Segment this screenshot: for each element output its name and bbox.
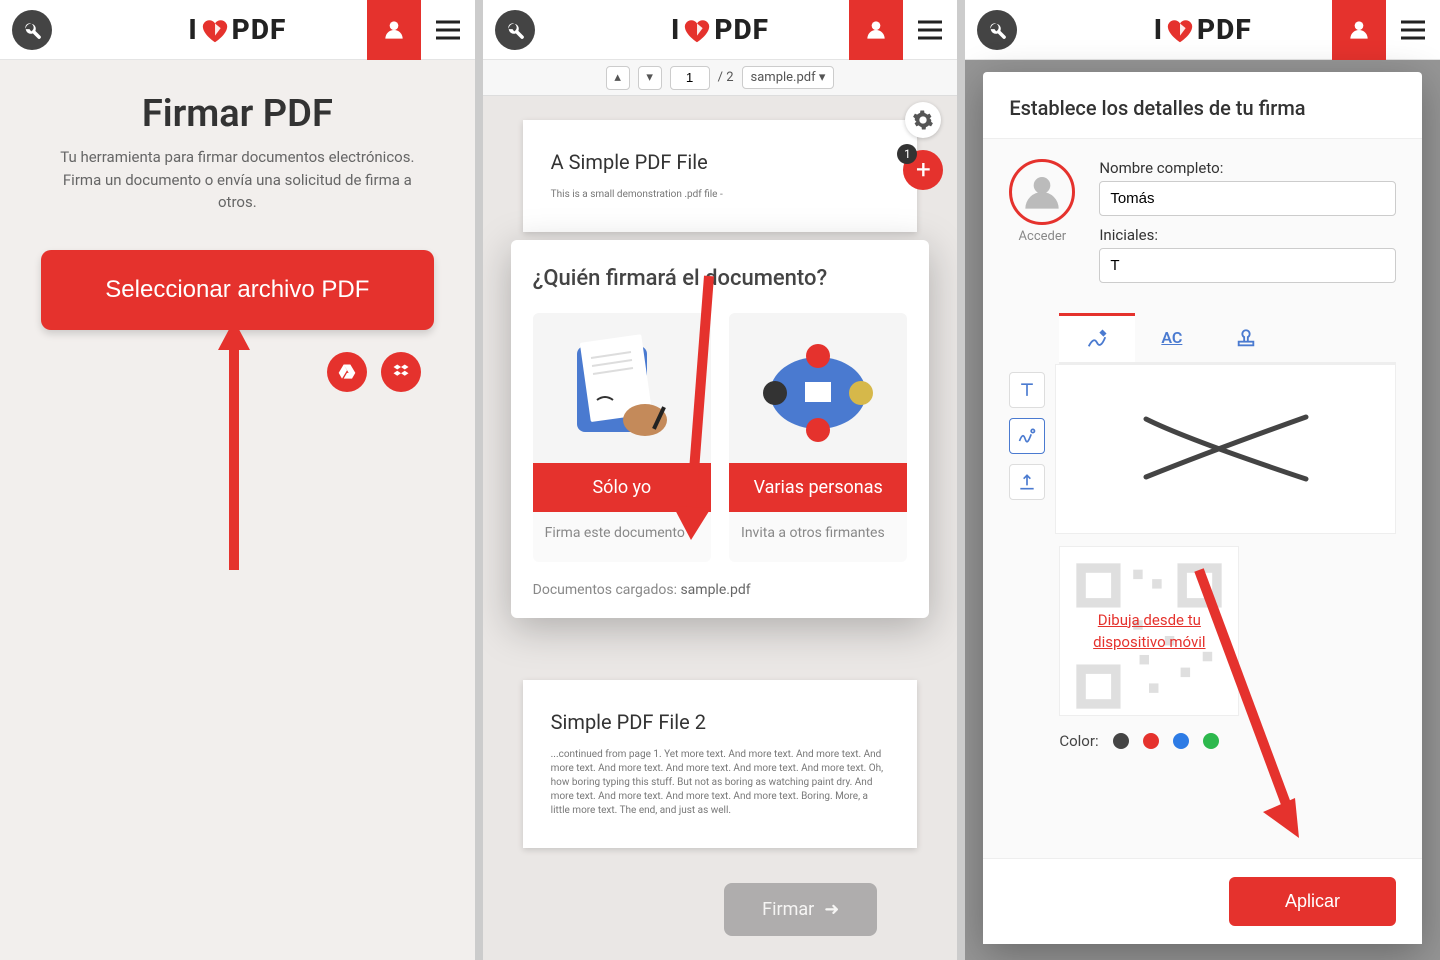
header: I PDF [483,0,958,60]
page-down-button[interactable]: ▾ [638,66,662,90]
tab-type[interactable]: AC [1135,313,1208,362]
file-dropdown[interactable]: sample.pdf ▾ [742,66,835,89]
sign-button-disabled: Firmar ➜ [724,883,877,936]
pdf-body: ...continued from page 1. Yet more text.… [551,748,890,818]
option-multiple-desc: Invita a otros firmantes [729,512,907,562]
page-up-button[interactable]: ▴ [606,66,630,90]
tool-upload[interactable] [1009,464,1045,500]
panel-step2: I PDF ▴ ▾ / 2 sample.pdf ▾ A Simple PDF … [483,0,966,960]
logo-prefix: I [188,13,197,46]
menu-button[interactable] [421,0,475,60]
page-title: Firmar PDF [28,92,447,136]
menu-button[interactable] [1386,0,1440,60]
loaded-filename: sample.pdf [680,582,750,598]
account-button[interactable] [367,0,421,60]
only-me-illustration [533,313,711,463]
arrow-right-icon: ➜ [824,899,839,920]
panel-step3: I PDF Firmar➜ Establece los detalles de … [965,0,1440,960]
pdf-page-2: Simple PDF File 2 ...continued from page… [523,680,918,848]
account-button[interactable] [1332,0,1386,60]
google-drive-button[interactable] [327,352,367,392]
tool-text[interactable] [1009,372,1045,408]
fullname-label: Nombre completo: [1099,159,1396,177]
signature-canvas[interactable] [1055,364,1396,534]
modal-title: Establece los detalles de tu firma [983,72,1422,138]
initials-input[interactable] [1099,248,1396,283]
color-label: Color: [1059,732,1098,750]
page-current-input[interactable] [670,66,710,90]
wrench-icon[interactable] [495,10,535,50]
heart-icon [1165,15,1195,45]
pdf-heading: A Simple PDF File [551,150,890,174]
heart-icon [200,15,230,45]
settings-button[interactable] [905,102,941,138]
signature-mode-tabs: AC [1059,313,1396,364]
menu-button[interactable] [903,0,957,60]
loaded-docs: Documentos cargados: sample.pdf [533,582,908,598]
option-only-me-desc: Firma este documento [533,512,711,562]
mobile-draw-link: Dibuja desde tu dispositivo móvil [1060,609,1238,654]
account-button[interactable] [849,0,903,60]
add-badge: 1 [897,144,917,164]
option-only-me[interactable]: Sólo yo Firma este documento [533,313,711,562]
pdf-body: This is a small demonstration .pdf file … [551,188,890,202]
modal-title: ¿Quién firmará el documento? [533,266,908,291]
panel-step1: I PDF Firmar PDF Tu herramienta para fir… [0,0,483,960]
mobile-draw-card[interactable]: Dibuja desde tu dispositivo móvil [1059,546,1239,716]
color-red[interactable] [1143,733,1159,749]
avatar-login[interactable]: Acceder [1009,159,1075,293]
page-subtitle: Tu herramienta para firmar documentos el… [47,146,427,214]
color-picker: Color: [1059,732,1396,750]
option-multiple[interactable]: Varias personas Invita a otros firmantes [729,313,907,562]
initials-label: Iniciales: [1099,226,1396,244]
option-only-me-button: Sólo yo [533,463,711,512]
pdf-toolbar: ▴ ▾ / 2 sample.pdf ▾ [483,60,958,96]
header: I PDF [965,0,1440,60]
page-total: / 2 [718,70,734,85]
wrench-icon[interactable] [12,10,52,50]
heart-icon [682,15,712,45]
multiple-illustration [729,313,907,463]
tab-stamp[interactable] [1208,313,1284,362]
option-multiple-button: Varias personas [729,463,907,512]
signer-modal: ¿Quién firmará el documento? Sólo yo Fir… [511,240,930,618]
tab-draw[interactable] [1059,313,1135,362]
signature-details-modal: Establece los detalles de tu firma Acced… [983,72,1422,944]
dropbox-button[interactable] [381,352,421,392]
apply-button[interactable]: Aplicar [1229,877,1396,926]
add-button[interactable]: +1 [903,150,943,190]
tool-signature[interactable] [1009,418,1045,454]
color-blue[interactable] [1173,733,1189,749]
header: I PDF [0,0,475,60]
color-black[interactable] [1113,733,1129,749]
pdf-heading: Simple PDF File 2 [551,710,890,734]
app-logo: I PDF [671,13,769,46]
logo-suffix: PDF [232,13,287,46]
pdf-page-1: A Simple PDF File This is a small demons… [523,120,918,232]
app-logo: I PDF [188,13,286,46]
avatar-icon [1009,159,1075,225]
app-logo: I PDF [1154,13,1252,46]
wrench-icon[interactable] [977,10,1017,50]
select-pdf-button[interactable]: Seleccionar archivo PDF [41,250,435,330]
color-green[interactable] [1203,733,1219,749]
fullname-input[interactable] [1099,181,1396,216]
drawn-signature [1126,399,1326,499]
